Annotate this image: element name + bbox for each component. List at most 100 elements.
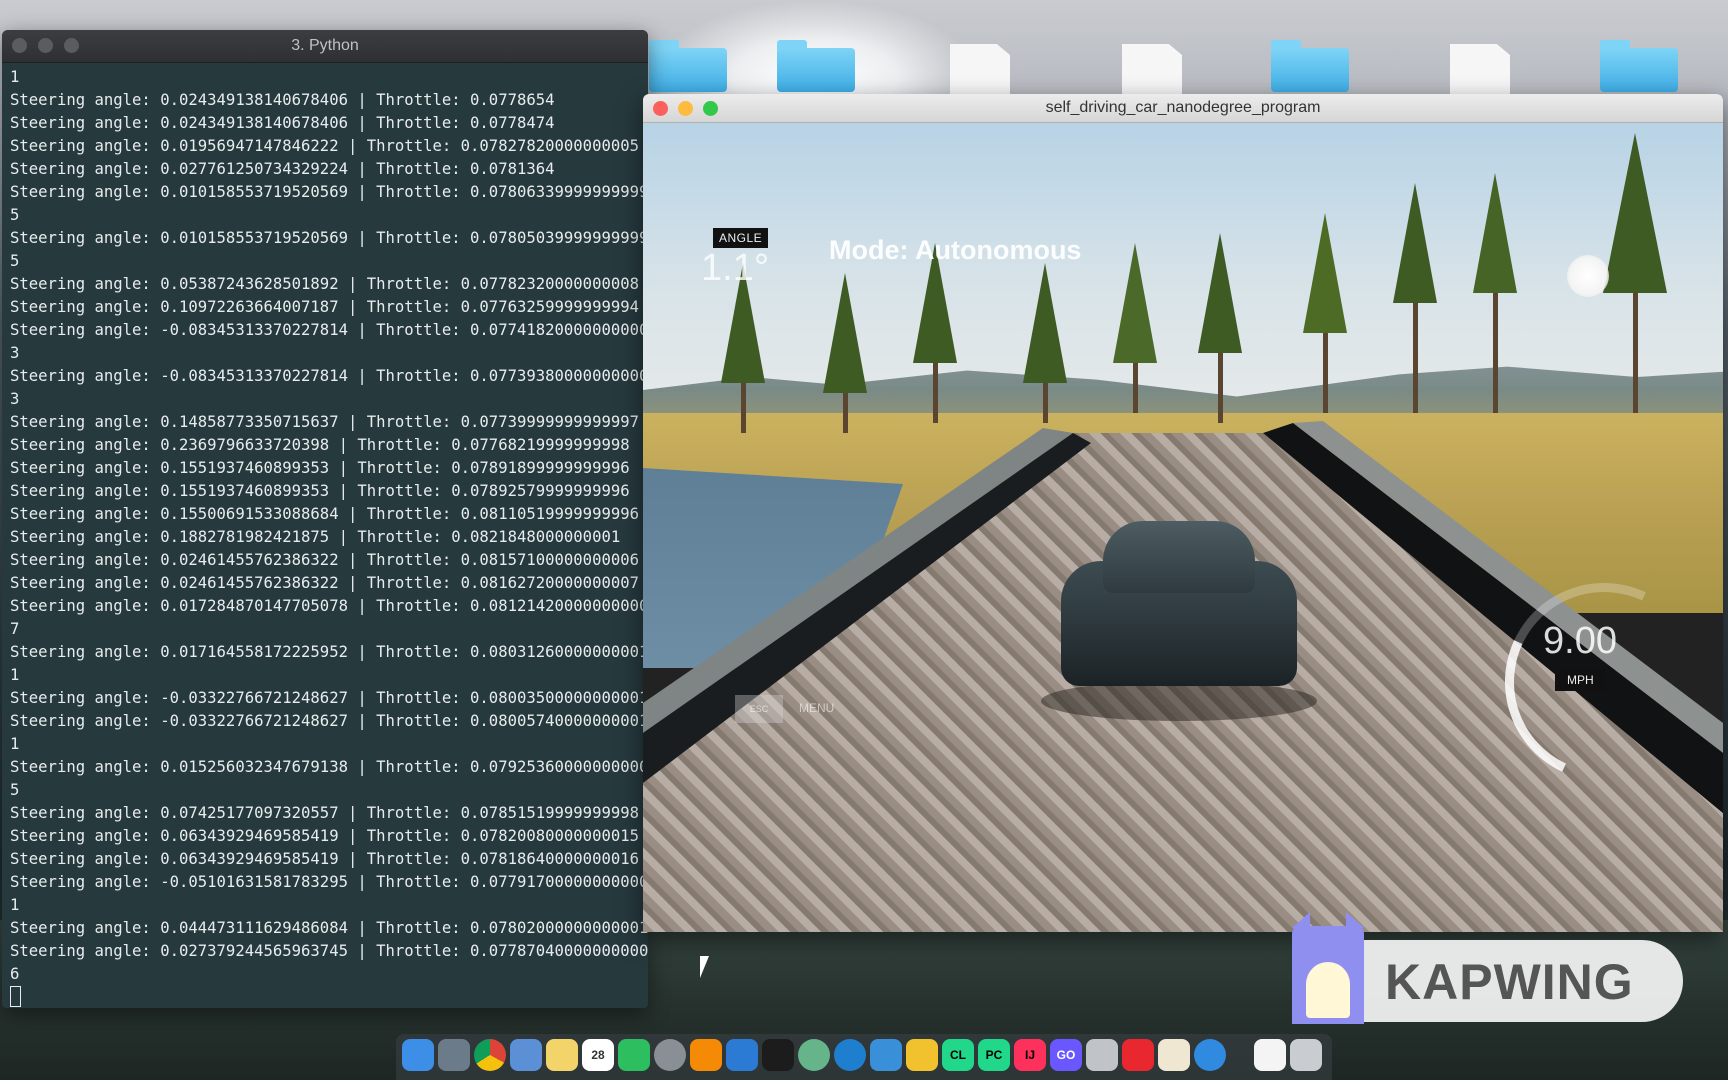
tree-trunk — [1493, 293, 1498, 413]
terminal-title: 3. Python — [291, 37, 359, 54]
vscode-icon[interactable] — [726, 1039, 758, 1071]
kapwing-cat-icon — [1292, 912, 1364, 1024]
terminal-line: Steering angle: 0.05387243628501892 | Th… — [10, 275, 640, 293]
tree-trunk — [1413, 303, 1418, 413]
terminal-output[interactable]: 1 Steering angle: 0.024349138140678406 | … — [2, 63, 648, 1008]
terminal-window[interactable]: 3. Python 1 Steering angle: 0.02434913814… — [2, 30, 648, 1008]
desktop-document-icon[interactable] — [950, 44, 1010, 94]
xcode-icon[interactable] — [870, 1039, 902, 1071]
menu-label[interactable]: MENU — [799, 701, 834, 715]
terminal-icon[interactable] — [762, 1039, 794, 1071]
terminal-line: Steering angle: 0.02461455762386322 | Th… — [10, 551, 640, 569]
desktop-document-icon[interactable] — [1450, 44, 1510, 94]
desktop-folder-icon[interactable] — [649, 40, 727, 92]
simulator-title: self_driving_car_nanodegree_program — [1045, 99, 1321, 116]
speed-unit: MPH — [1555, 669, 1606, 691]
markdown-icon[interactable] — [834, 1039, 866, 1071]
clion-icon[interactable]: CL — [942, 1039, 974, 1071]
simulation-viewport[interactable]: ANGLE 1.1° Mode: Autonomous 9.00 MPH ESC… — [643, 123, 1723, 932]
terminal-line: 1 — [10, 68, 20, 86]
notes-icon[interactable] — [546, 1039, 578, 1071]
terminal-line: Steering angle: 0.024349138140678406 | T… — [10, 91, 555, 109]
document-icon[interactable] — [1254, 1039, 1286, 1071]
tree — [1473, 173, 1517, 293]
terminal-line: Steering angle: 0.14858773350715637 | Th… — [10, 413, 640, 431]
safari-icon[interactable] — [1194, 1039, 1226, 1071]
terminal-line: Steering angle: 0.1551937460899353 | Thr… — [10, 482, 630, 500]
car-roof — [1103, 521, 1255, 593]
terminal-line: Steering angle: 0.027761250734329224 | T… — [10, 160, 555, 178]
terminal-line: Steering angle: 0.15500691533088684 | Th… — [10, 505, 640, 523]
terminal-line: Steering angle: 0.027379244565963745 | T… — [10, 942, 648, 960]
tree — [1393, 183, 1437, 303]
tree — [1303, 213, 1347, 333]
terminal-line: Steering angle: 0.01956947147846222 | Th… — [10, 137, 640, 155]
pages-icon[interactable] — [1158, 1039, 1190, 1071]
tree — [1023, 263, 1067, 383]
pycharm-icon[interactable]: PC — [978, 1039, 1010, 1071]
terminal-line: Steering angle: 0.1551937460899353 | Thr… — [10, 459, 630, 477]
terminal-line: Steering angle: 0.10972263664007187 | Th… — [10, 298, 640, 316]
terminal-prompt[interactable] — [10, 986, 648, 1008]
terminal-line: Steering angle: 0.06343929469585419 | Th… — [10, 827, 640, 845]
speed-value: 9.00 — [1543, 620, 1617, 662]
tree — [1113, 243, 1157, 363]
trash-icon[interactable] — [1290, 1039, 1322, 1071]
acrobat-icon[interactable] — [1122, 1039, 1154, 1071]
chrome-icon[interactable] — [474, 1039, 506, 1071]
esc-button[interactable]: ESC — [735, 695, 783, 723]
terminal-line: Steering angle: 0.07425177097320557 | Th… — [10, 804, 640, 822]
terminal-line: 5 — [10, 206, 20, 224]
terminal-line: Steering angle: -0.03322766721248627 | T… — [10, 712, 648, 730]
terminal-line: Steering angle: 0.06343929469585419 | Th… — [10, 850, 640, 868]
terminal-line: 1 — [10, 896, 20, 914]
calendar-icon[interactable]: 28 — [582, 1039, 614, 1071]
car-shadow — [1041, 681, 1317, 721]
terminal-line: Steering angle: -0.08345313370227814 | T… — [10, 321, 648, 339]
evernote-icon[interactable] — [618, 1039, 650, 1071]
dock: 28 CL PC IJ GO — [396, 1034, 1332, 1080]
terminal-line: Steering angle: 0.015256032347679138 | T… — [10, 758, 648, 776]
tree-trunk — [933, 353, 938, 423]
sun — [1567, 255, 1609, 297]
terminal-line: 5 — [10, 252, 20, 270]
intellij-icon[interactable]: IJ — [1014, 1039, 1046, 1071]
tree — [1198, 233, 1242, 353]
terminal-line: Steering angle: -0.08345313370227814 | T… — [10, 367, 648, 385]
tree-trunk — [1323, 323, 1328, 413]
desktop-folder-icon[interactable] — [1271, 40, 1349, 92]
terminal-titlebar[interactable]: 3. Python — [2, 30, 648, 63]
simulator-titlebar[interactable]: self_driving_car_nanodegree_program — [643, 94, 1723, 123]
tree — [1603, 133, 1667, 293]
sublime-icon[interactable] — [690, 1039, 722, 1071]
desktop-folder-icon[interactable] — [777, 40, 855, 92]
terminal-line: Steering angle: 0.1882781982421875 | Thr… — [10, 528, 621, 546]
atom-icon[interactable] — [798, 1039, 830, 1071]
terminal-line: Steering angle: 0.024349138140678406 | T… — [10, 114, 555, 132]
terminal-line: Steering angle: 0.2369796633720398 | Thr… — [10, 436, 630, 454]
mode-indicator: Mode: Autonomous — [829, 235, 1082, 265]
finder-icon[interactable] — [402, 1039, 434, 1071]
cyberduck-icon[interactable] — [906, 1039, 938, 1071]
desktop-folder-icon[interactable] — [1600, 40, 1678, 92]
simulator-window[interactable]: self_driving_car_nanodegree_program ANGL… — [643, 94, 1723, 932]
toolbox-icon[interactable] — [1086, 1039, 1118, 1071]
terminal-line: Steering angle: 0.010158553719520569 | T… — [10, 229, 648, 247]
cursor-icon — [10, 986, 21, 1007]
angle-label: ANGLE — [713, 228, 769, 248]
terminal-line: Steering angle: 0.02461455762386322 | Th… — [10, 574, 640, 592]
angle-value: 1.1° — [701, 247, 770, 289]
tree — [823, 273, 867, 393]
desktop-document-icon[interactable] — [1122, 44, 1182, 94]
terminal-line: 3 — [10, 344, 20, 362]
terminal-line: Steering angle: -0.05101631581783295 | T… — [10, 873, 648, 891]
terminal-line: Steering angle: 0.010158553719520569 | T… — [10, 183, 648, 201]
preview-icon[interactable] — [510, 1039, 542, 1071]
system-preferences-icon[interactable] — [654, 1039, 686, 1071]
goland-icon[interactable]: GO — [1050, 1039, 1082, 1071]
launchpad-icon[interactable] — [438, 1039, 470, 1071]
tree-trunk — [1218, 343, 1223, 423]
terminal-line: Steering angle: 0.044473111629486084 | T… — [10, 919, 648, 937]
terminal-line: Steering angle: -0.03322766721248627 | T… — [10, 689, 648, 707]
terminal-line: 6 — [10, 965, 20, 983]
